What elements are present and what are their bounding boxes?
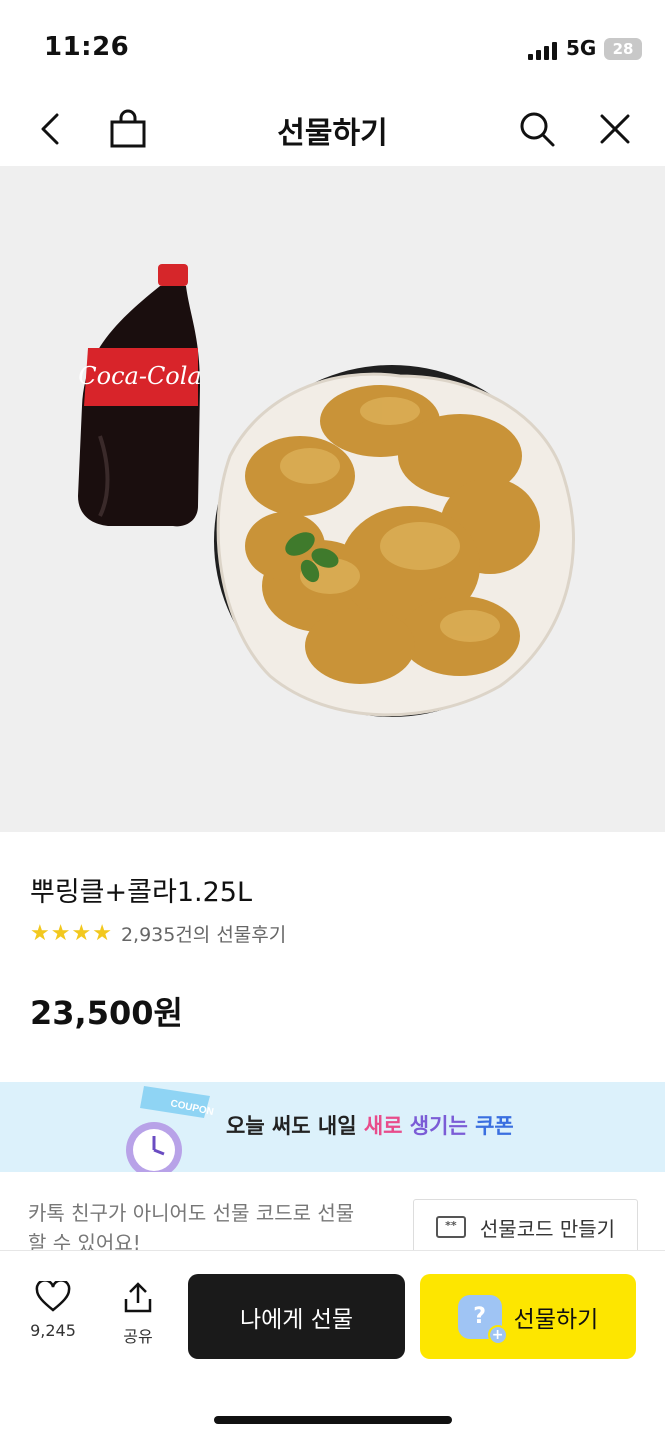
gift-code-icon: ** [435,1216,466,1238]
heart-icon [35,1279,71,1312]
gift-button-label: 선물하기 [513,1306,599,1333]
coupon-clock-icon: COUPON [126,1086,215,1172]
plus-icon: + [487,1324,508,1345]
header: 선물하기 [0,96,665,166]
page-title: 선물하기 [277,116,388,151]
create-gift-code-button[interactable]: ** 선물코드 만들기 [413,1199,638,1255]
share-button[interactable]: 공유 [103,1281,173,1347]
home-indicator [214,1416,452,1424]
rating-row[interactable]: ★ ★ ★ ★ 2,935건의 선물후기 [30,918,286,948]
share-label: 공유 [123,1327,153,1346]
star-icon: ★ [30,920,50,946]
product-name: 뿌링클+콜라1.25L [30,877,252,908]
bottom-action-bar: 9,245 공유 나에게 선물 ? + 선물하기 [0,1250,665,1440]
star-icon: ★ [92,920,112,946]
close-icon[interactable] [590,104,640,154]
signal-icon [528,40,560,60]
review-count[interactable]: 2,935건의 선물후기 [121,920,286,947]
gift-code-button-label: 선물코드 만들기 [479,1216,616,1241]
star-icon: ★ [50,920,71,946]
search-icon[interactable] [512,104,562,154]
gift-button[interactable]: ? + 선물하기 [420,1274,636,1359]
star-icon: ★ [71,920,92,946]
like-button[interactable]: 9,245 [18,1279,88,1340]
coupon-banner[interactable]: COUPON 오늘 써도 내일 새로 생기는 쿠폰 [0,1082,665,1172]
like-count: 9,245 [30,1321,76,1340]
status-bar: 11:26 5G 28 [0,0,665,96]
product-image: Coca-Cola [0,166,665,832]
cola-bottle-image: Coca-Cola [78,264,202,527]
product-price: 23,500원 [30,994,183,1032]
gift-code-description: 카톡 친구가 아니어도 선물 코드로 선물 할 수 있어요! [28,1201,355,1255]
star-rating: ★ ★ ★ ★ [30,921,113,946]
gift-to-me-button[interactable]: 나에게 선물 [188,1274,405,1359]
friend-avatar-icon: ? + [457,1294,508,1345]
chicken-basket-image [214,365,575,717]
svg-text:Coca-Cola: Coca-Cola [78,362,201,390]
coupon-text: 오늘 써도 내일 새로 생기는 쿠폰 [226,1114,514,1138]
battery-icon: 28 [604,38,642,60]
network-type: 5G [566,36,597,60]
status-time: 11:26 [44,32,130,62]
share-icon [124,1282,152,1313]
